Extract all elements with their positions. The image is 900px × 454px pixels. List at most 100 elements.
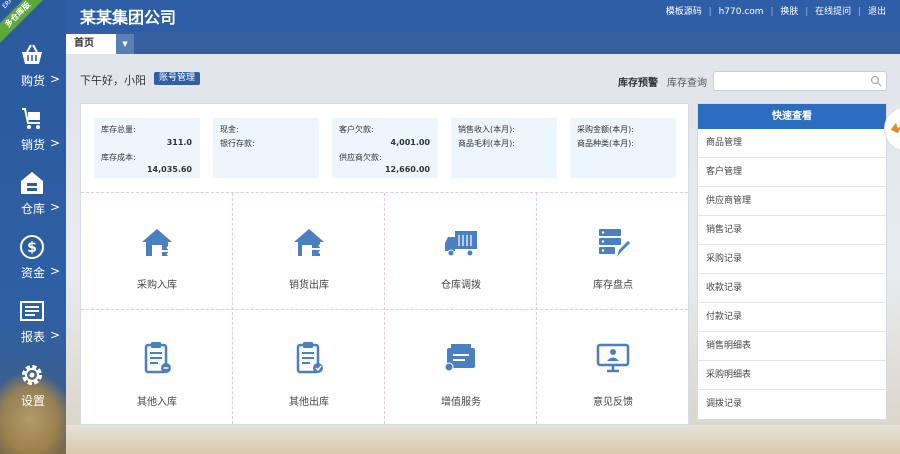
- chevron-right-icon: >: [50, 200, 61, 214]
- header-link-site[interactable]: h770.com: [719, 7, 764, 17]
- clipboard-out-icon: [296, 342, 323, 374]
- header-sep: |: [805, 7, 809, 17]
- quick-item-transfer-records[interactable]: 调拨记录: [698, 390, 886, 419]
- quick-item-receipts[interactable]: 收款记录: [698, 274, 886, 303]
- stat-label: 现金:: [220, 125, 239, 134]
- func-label: 意见反馈: [593, 397, 633, 408]
- mascot-icon: [890, 122, 900, 134]
- stat-label: 商品毛利(本月):: [458, 139, 515, 148]
- quick-item-sales-records[interactable]: 销售记录: [698, 216, 886, 245]
- sales-out-icon: [294, 229, 325, 256]
- header-sep: |: [708, 7, 712, 17]
- top-header: 某某集团公司 模板源码 | h770.com | 换肤 | 在线提问 | 退出: [66, 0, 900, 32]
- sidebar-item-warehouse[interactable]: 仓库 >: [0, 170, 66, 232]
- func-transfer[interactable]: 仓库调拨: [385, 193, 537, 309]
- stock-warning-link[interactable]: 库存预警: [618, 74, 658, 89]
- quick-item-suppliers[interactable]: 供应商管理: [698, 187, 886, 216]
- stat-label: 商品种类(本月):: [577, 139, 634, 148]
- quick-item-purchase-detail[interactable]: 采购明细表: [698, 361, 886, 390]
- sidebar: 多仓库版 ERP 购货 > 销货 > 仓库 > $ 资金 > 报表 > 设置: [0, 0, 66, 454]
- sidebar-item-sales[interactable]: 销货 >: [0, 106, 66, 168]
- tab-home[interactable]: 首页: [66, 34, 116, 54]
- stat-label: 客户欠款:: [339, 125, 374, 134]
- quick-item-products[interactable]: 商品管理: [698, 129, 886, 158]
- stat-value: 12,660.00: [384, 165, 430, 174]
- chevron-right-icon: >: [50, 328, 61, 342]
- sidebar-item-reports[interactable]: 报表 >: [0, 298, 66, 360]
- stat-label: 销售收入(本月):: [458, 125, 515, 134]
- gear-icon: [22, 365, 42, 385]
- quick-item-payments[interactable]: 付款记录: [698, 303, 886, 332]
- stat-card-sales: 销售收入(本月): 商品毛利(本月):: [451, 118, 557, 178]
- header-links: 模板源码 | h770.com | 换肤 | 在线提问 | 退出: [662, 4, 886, 17]
- stat-value: 4,001.00: [390, 138, 430, 147]
- header-link-template[interactable]: 模板源码: [666, 7, 702, 17]
- quick-item-sales-detail[interactable]: 销售明细表: [698, 332, 886, 361]
- feedback-icon: [596, 343, 630, 373]
- basket-icon: [22, 44, 42, 64]
- func-other-out[interactable]: 其他出库: [233, 310, 385, 426]
- stat-card-purchase: 采购金额(本月): 商品种类(本月):: [570, 118, 676, 178]
- func-label: 销货出库: [289, 280, 329, 291]
- stat-card-debts: 客户欠款: 4,001.00 供应商欠款: 12,660.00: [332, 118, 438, 178]
- svg-text:$: $: [27, 240, 37, 256]
- purchase-in-icon: [142, 229, 173, 256]
- func-label: 仓库调拨: [441, 280, 481, 291]
- stat-card-inventory: 库存总量: 311.0 库存成本: 14,035.60: [94, 118, 200, 178]
- func-purchase-in[interactable]: 采购入库: [81, 193, 233, 309]
- func-label: 采购入库: [137, 280, 177, 291]
- tab-dropdown-icon[interactable]: ▼: [116, 34, 134, 54]
- quick-view-panel: 快速查看 商品管理 客户管理 供应商管理 销售记录 采购记录 收款记录 付款记录…: [697, 103, 887, 420]
- stat-value: 14,035.60: [146, 165, 192, 174]
- stat-card-cash: 现金: 银行存款:: [213, 118, 319, 178]
- stock-query-label: 库存查询: [667, 78, 707, 89]
- header-link-skin[interactable]: 换肤: [780, 7, 798, 17]
- inventory-icon: [599, 229, 630, 257]
- header-sep: |: [770, 7, 774, 17]
- sidebar-item-funds[interactable]: $ 资金 >: [0, 234, 66, 296]
- stat-label: 库存总量:: [101, 125, 136, 134]
- chevron-right-icon: >: [50, 136, 61, 150]
- stock-search-box: [713, 71, 887, 91]
- warehouse-icon: [21, 172, 43, 194]
- decorative-field-background: [66, 425, 900, 454]
- header-link-ask[interactable]: 在线提问: [815, 7, 851, 17]
- dollar-icon: $: [20, 235, 44, 259]
- header-link-logout[interactable]: 退出: [868, 7, 886, 17]
- stock-search-input[interactable]: [718, 72, 868, 90]
- stat-label: 银行存款:: [220, 139, 255, 148]
- cart-icon: [22, 108, 40, 129]
- company-name: 某某集团公司: [80, 8, 177, 27]
- func-value-added[interactable]: 增值服务: [385, 310, 537, 426]
- sidebar-item-label: 设置: [20, 394, 45, 408]
- func-label: 其他出库: [289, 397, 329, 408]
- func-feedback[interactable]: 意见反馈: [537, 310, 689, 426]
- sidebar-item-purchase[interactable]: 购货 >: [0, 42, 66, 104]
- clipboard-in-icon: [144, 342, 171, 374]
- service-icon: [444, 344, 475, 372]
- stat-label: 库存成本:: [101, 153, 136, 162]
- report-icon: [20, 301, 44, 321]
- chevron-right-icon: >: [50, 264, 61, 278]
- chevron-right-icon: >: [50, 72, 61, 86]
- search-icon[interactable]: [870, 75, 882, 87]
- stat-value: 311.0: [166, 138, 192, 147]
- main-panel: 库存总量: 311.0 库存成本: 14,035.60 现金: 银行存款: 客户…: [80, 103, 689, 425]
- quick-view-title: 快速查看: [698, 104, 886, 129]
- func-label: 库存盘点: [593, 280, 633, 291]
- func-inventory[interactable]: 库存盘点: [537, 193, 689, 309]
- header-sep: |: [858, 7, 862, 17]
- func-other-in[interactable]: 其他入库: [81, 310, 233, 426]
- quick-item-purchase-records[interactable]: 采购记录: [698, 245, 886, 274]
- account-manage-button[interactable]: 账号管理: [154, 72, 201, 85]
- func-label: 其他入库: [137, 397, 177, 408]
- truck-icon: [445, 231, 477, 257]
- greeting: 下午好，小阳: [80, 74, 146, 87]
- sidebar-item-settings[interactable]: 设置: [0, 362, 66, 424]
- stat-label: 供应商欠款:: [339, 153, 382, 162]
- func-sales-out[interactable]: 销货出库: [233, 193, 385, 309]
- ribbon-sub: ERP: [1, 0, 15, 11]
- func-label: 增值服务: [441, 397, 481, 408]
- quick-item-customers[interactable]: 客户管理: [698, 158, 886, 187]
- stat-label: 采购金额(本月):: [577, 125, 634, 134]
